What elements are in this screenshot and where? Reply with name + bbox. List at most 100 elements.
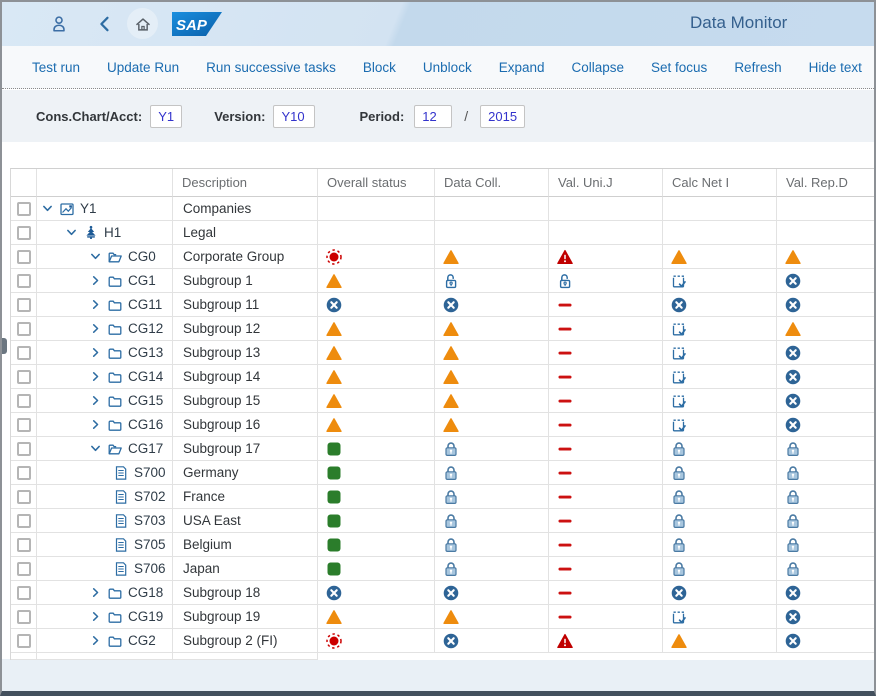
row-checkbox[interactable]: [17, 202, 31, 216]
status-warning-icon[interactable]: [785, 249, 801, 265]
status-ok-icon[interactable]: [326, 489, 342, 505]
status-not-relevant-icon[interactable]: [557, 441, 573, 457]
node-id[interactable]: CG15: [128, 393, 163, 408]
status-not-relevant-icon[interactable]: [557, 561, 573, 577]
status-task-open-icon[interactable]: [671, 369, 687, 385]
status-task-open-icon[interactable]: [671, 393, 687, 409]
status-blocked-icon[interactable]: [326, 585, 342, 601]
status-warning-icon[interactable]: [443, 321, 459, 337]
toolbar-unblock[interactable]: Unblock: [423, 60, 472, 75]
status-warning-icon[interactable]: [326, 369, 342, 385]
status-failed-icon[interactable]: [326, 249, 342, 265]
status-not-relevant-icon[interactable]: [557, 465, 573, 481]
status-blocked-icon[interactable]: [443, 585, 459, 601]
status-blocked-icon[interactable]: [326, 297, 342, 313]
status-ok-icon[interactable]: [326, 441, 342, 457]
status-warning-icon[interactable]: [326, 321, 342, 337]
status-blocked-icon[interactable]: [785, 393, 801, 409]
row-checkbox[interactable]: [17, 322, 31, 336]
status-unlocked-icon[interactable]: [557, 273, 573, 289]
toolbar-run-successive-tasks[interactable]: Run successive tasks: [206, 60, 336, 75]
row-checkbox[interactable]: [17, 394, 31, 408]
node-id[interactable]: CG11: [128, 297, 162, 312]
node-id[interactable]: S703: [134, 513, 166, 528]
status-not-relevant-icon[interactable]: [557, 489, 573, 505]
status-blocked-icon[interactable]: [785, 417, 801, 433]
status-locked-icon[interactable]: [671, 465, 687, 481]
tree-expander-expand-icon[interactable]: [89, 394, 102, 407]
status-locked-icon[interactable]: [443, 441, 459, 457]
cons-chart-input[interactable]: Y1: [150, 105, 182, 128]
toolbar-expand[interactable]: Expand: [499, 60, 545, 75]
tree-expander-expand-icon[interactable]: [89, 418, 102, 431]
status-not-relevant-icon[interactable]: [557, 585, 573, 601]
status-error-icon[interactable]: [557, 633, 573, 649]
status-warning-icon[interactable]: [443, 393, 459, 409]
status-warning-icon[interactable]: [785, 321, 801, 337]
status-ok-icon[interactable]: [326, 513, 342, 529]
toolbar-block[interactable]: Block: [363, 60, 396, 75]
status-locked-icon[interactable]: [671, 441, 687, 457]
status-blocked-icon[interactable]: [785, 585, 801, 601]
status-error-icon[interactable]: [557, 249, 573, 265]
node-id[interactable]: S705: [134, 537, 166, 552]
tree-expander-collapse-icon[interactable]: [41, 202, 54, 215]
node-id[interactable]: Y1: [80, 201, 97, 216]
status-warning-icon[interactable]: [443, 369, 459, 385]
status-locked-icon[interactable]: [443, 513, 459, 529]
tree-expander-collapse-icon[interactable]: [89, 250, 102, 263]
row-checkbox[interactable]: [17, 538, 31, 552]
status-ok-icon[interactable]: [326, 561, 342, 577]
status-not-relevant-icon[interactable]: [557, 321, 573, 337]
toolbar-set-focus[interactable]: Set focus: [651, 60, 707, 75]
status-not-relevant-icon[interactable]: [557, 417, 573, 433]
period-year-input[interactable]: 2015: [480, 105, 525, 128]
status-unlocked-icon[interactable]: [443, 273, 459, 289]
status-warning-icon[interactable]: [326, 393, 342, 409]
status-warning-icon[interactable]: [443, 609, 459, 625]
node-id[interactable]: CG2: [128, 633, 156, 648]
status-locked-icon[interactable]: [443, 465, 459, 481]
row-checkbox[interactable]: [17, 250, 31, 264]
toolbar-update-run[interactable]: Update Run: [107, 60, 179, 75]
node-id[interactable]: S700: [134, 465, 166, 480]
status-locked-icon[interactable]: [443, 561, 459, 577]
status-task-open-icon[interactable]: [671, 273, 687, 289]
status-not-relevant-icon[interactable]: [557, 297, 573, 313]
toolbar-hide-text[interactable]: Hide text: [809, 60, 862, 75]
status-locked-icon[interactable]: [785, 513, 801, 529]
status-task-open-icon[interactable]: [671, 609, 687, 625]
status-blocked-icon[interactable]: [785, 297, 801, 313]
status-locked-icon[interactable]: [785, 537, 801, 553]
status-not-relevant-icon[interactable]: [557, 513, 573, 529]
back-icon[interactable]: [96, 15, 114, 33]
row-checkbox[interactable]: [17, 370, 31, 384]
status-blocked-icon[interactable]: [671, 297, 687, 313]
row-checkbox[interactable]: [17, 466, 31, 480]
node-id[interactable]: CG12: [128, 321, 163, 336]
status-failed-icon[interactable]: [326, 633, 342, 649]
status-locked-icon[interactable]: [785, 441, 801, 457]
status-locked-icon[interactable]: [443, 537, 459, 553]
tree-expander-collapse-icon[interactable]: [89, 442, 102, 455]
status-blocked-icon[interactable]: [785, 369, 801, 385]
status-not-relevant-icon[interactable]: [557, 609, 573, 625]
status-warning-icon[interactable]: [443, 417, 459, 433]
row-checkbox[interactable]: [17, 274, 31, 288]
node-id[interactable]: CG13: [128, 345, 163, 360]
status-warning-icon[interactable]: [326, 345, 342, 361]
tree-expander-collapse-icon[interactable]: [65, 226, 78, 239]
row-checkbox[interactable]: [17, 586, 31, 600]
tree-expander-expand-icon[interactable]: [89, 298, 102, 311]
node-id[interactable]: CG14: [128, 369, 163, 384]
status-task-open-icon[interactable]: [671, 345, 687, 361]
toolbar-test-run[interactable]: Test run: [32, 60, 80, 75]
period-month-input[interactable]: 12: [414, 105, 452, 128]
status-locked-icon[interactable]: [443, 489, 459, 505]
row-checkbox[interactable]: [17, 514, 31, 528]
row-checkbox[interactable]: [17, 346, 31, 360]
version-input[interactable]: Y10: [273, 105, 315, 128]
row-checkbox[interactable]: [17, 418, 31, 432]
status-locked-icon[interactable]: [785, 561, 801, 577]
row-checkbox[interactable]: [17, 610, 31, 624]
